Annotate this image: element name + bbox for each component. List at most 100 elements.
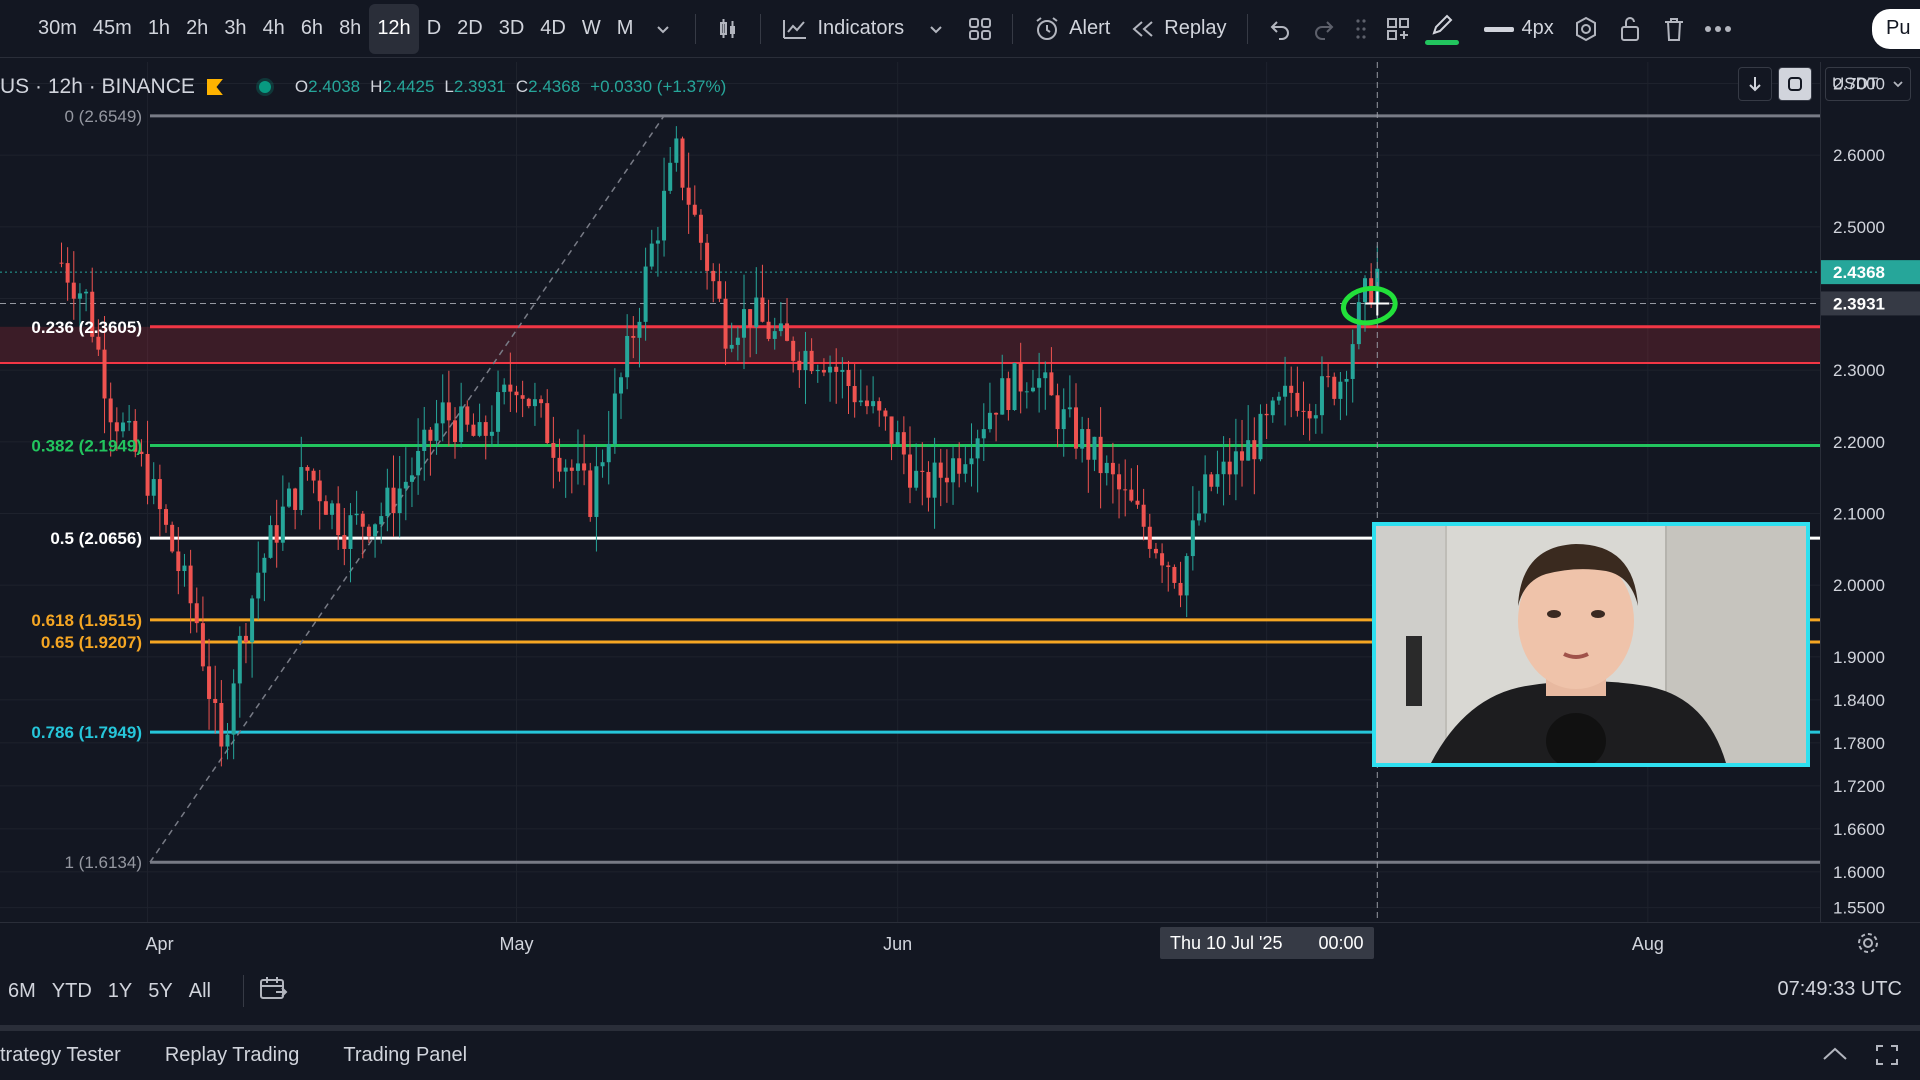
range-1y[interactable]: 1Y	[100, 980, 140, 1003]
line-width-label: 4px	[1521, 17, 1554, 39]
bottom-tab[interactable]: Replay Trading	[165, 1044, 300, 1067]
candle-body	[225, 734, 230, 747]
indicators-button[interactable]: Indicators	[771, 4, 914, 54]
undo-icon[interactable]	[1258, 7, 1302, 51]
candle-body	[1098, 436, 1103, 474]
utc-clock[interactable]: 07:49:33 UTC	[1777, 978, 1902, 1001]
candle-body	[1037, 378, 1042, 388]
range-ytd[interactable]: YTD	[44, 980, 100, 1003]
interval-2d[interactable]: 2D	[449, 4, 491, 54]
candle-body	[877, 401, 882, 411]
candle-body	[514, 391, 519, 396]
interval-30m[interactable]: 30m	[30, 4, 85, 54]
interval-4h[interactable]: 4h	[255, 4, 293, 54]
chart-pane[interactable]: 0 (2.6549) 0.236 (2.3605) 0.382 (2.1949) 0.…	[0, 62, 1820, 922]
candle-body	[1129, 489, 1134, 501]
candle-body	[643, 266, 648, 322]
flag-icon[interactable]	[206, 79, 223, 95]
chevron-down-icon[interactable]	[641, 7, 685, 51]
interval-m[interactable]: M	[609, 4, 642, 54]
candle-body	[951, 458, 956, 483]
interval-12h[interactable]: 12h	[369, 3, 419, 54]
crosshair-price-label: 2.3931	[1833, 294, 1885, 313]
candle-body	[569, 467, 574, 471]
candle-body	[809, 350, 814, 372]
maximize-icon[interactable]	[1874, 1043, 1900, 1073]
templates-icon[interactable]	[1376, 7, 1420, 51]
line-icon	[1483, 26, 1514, 32]
interval-2h[interactable]: 2h	[178, 4, 216, 54]
candle-body	[1215, 474, 1220, 487]
change-value: +0.0330 (+1.37%)	[590, 77, 727, 96]
price-chart[interactable]: 0 (2.6549)0.236 (2.3605)0.382 (2.1949)0.…	[0, 62, 1820, 922]
range-5y[interactable]: 5Y	[140, 980, 180, 1003]
more-icon[interactable]	[1696, 7, 1740, 51]
range-6m[interactable]: 6M	[0, 980, 44, 1003]
candle-body	[274, 525, 279, 543]
interval-1h[interactable]: 1h	[140, 4, 178, 54]
candle-body	[1270, 400, 1275, 416]
candle-body	[575, 463, 580, 471]
candle-body	[735, 337, 740, 345]
candles-icon[interactable]	[706, 7, 750, 51]
drag-handle-icon[interactable]	[1346, 7, 1376, 51]
interval-3h[interactable]: 3h	[216, 4, 254, 54]
candle-body	[348, 515, 353, 549]
fib-level-label: 0.786 (1.7949)	[31, 723, 142, 742]
indicators-chevron-icon[interactable]	[914, 7, 958, 51]
bottom-panel-tabs: trategy Tester Replay Trading Trading Pane…	[0, 1025, 1920, 1080]
candle-body	[397, 488, 402, 514]
candle-body	[668, 162, 673, 191]
candle-body	[465, 406, 470, 425]
line-width-button[interactable]: 4px	[1474, 4, 1564, 54]
price-tick-label: 1.5500	[1833, 899, 1885, 918]
candle-body	[705, 242, 710, 271]
interval-3d[interactable]: 3D	[491, 4, 533, 54]
visibility-icon[interactable]	[1564, 7, 1608, 51]
alert-button[interactable]: Alert	[1023, 4, 1120, 54]
range-bar: 6M YTD 1Y 5Y All 07:49:33 UTC	[0, 962, 1920, 1020]
lock-icon[interactable]	[1608, 7, 1652, 51]
symbol-name[interactable]: US · 12h · BINANCE	[0, 75, 195, 99]
symbol-header: US · 12h · BINANCE O2.4038 H2.4425 L2.39…	[0, 62, 726, 112]
price-tick-label: 1.9000	[1833, 648, 1885, 667]
publish-button[interactable]: Pu	[1872, 8, 1920, 49]
interval-45m[interactable]: 45m	[85, 4, 140, 54]
interval-8h[interactable]: 8h	[331, 4, 369, 54]
price-axis[interactable]: USDT 2.70002.60002.50002.40002.30002.200…	[1820, 62, 1920, 922]
redo-icon[interactable]	[1302, 7, 1346, 51]
candle-body	[243, 635, 248, 643]
fib-level-label: 1 (1.6134)	[65, 853, 143, 872]
candle-body	[102, 349, 107, 399]
settings-gear-icon[interactable]	[1856, 931, 1880, 960]
trash-icon[interactable]	[1652, 7, 1696, 51]
candle-body	[674, 138, 679, 163]
replay-button[interactable]: Replay	[1120, 4, 1236, 54]
bottom-tab[interactable]: trategy Tester	[0, 1044, 121, 1067]
candle-body	[1209, 474, 1214, 487]
candle-body	[1332, 376, 1337, 399]
candle-body	[692, 204, 697, 215]
interval-d[interactable]: D	[419, 4, 449, 54]
crosshair-cursor-icon	[1365, 291, 1390, 316]
candle-body	[440, 402, 445, 424]
pencil-icon[interactable]	[1420, 7, 1464, 51]
bottom-tab[interactable]: Trading Panel	[343, 1044, 467, 1067]
download-button[interactable]	[1738, 67, 1772, 101]
auto-scale-button[interactable]	[1778, 67, 1812, 101]
interval-4d[interactable]: 4D	[532, 4, 574, 54]
candle-body	[803, 350, 808, 371]
candle-body	[1307, 411, 1312, 419]
candle-body	[262, 557, 267, 573]
calendar-icon[interactable]	[242, 975, 288, 1007]
interval-6h[interactable]: 6h	[293, 4, 331, 54]
candle-body	[852, 386, 857, 403]
candle-body	[858, 400, 863, 403]
high-value: 2.4425	[382, 77, 435, 96]
layout-grid-icon[interactable]	[958, 7, 1002, 51]
candle-body	[557, 457, 562, 472]
chevron-up-icon[interactable]	[1820, 1045, 1850, 1069]
time-axis[interactable]: AprMayJunJuAug Thu 10 Jul '25 00:00	[0, 922, 1920, 962]
range-all[interactable]: All	[181, 980, 219, 1003]
interval-w[interactable]: W	[574, 4, 609, 54]
